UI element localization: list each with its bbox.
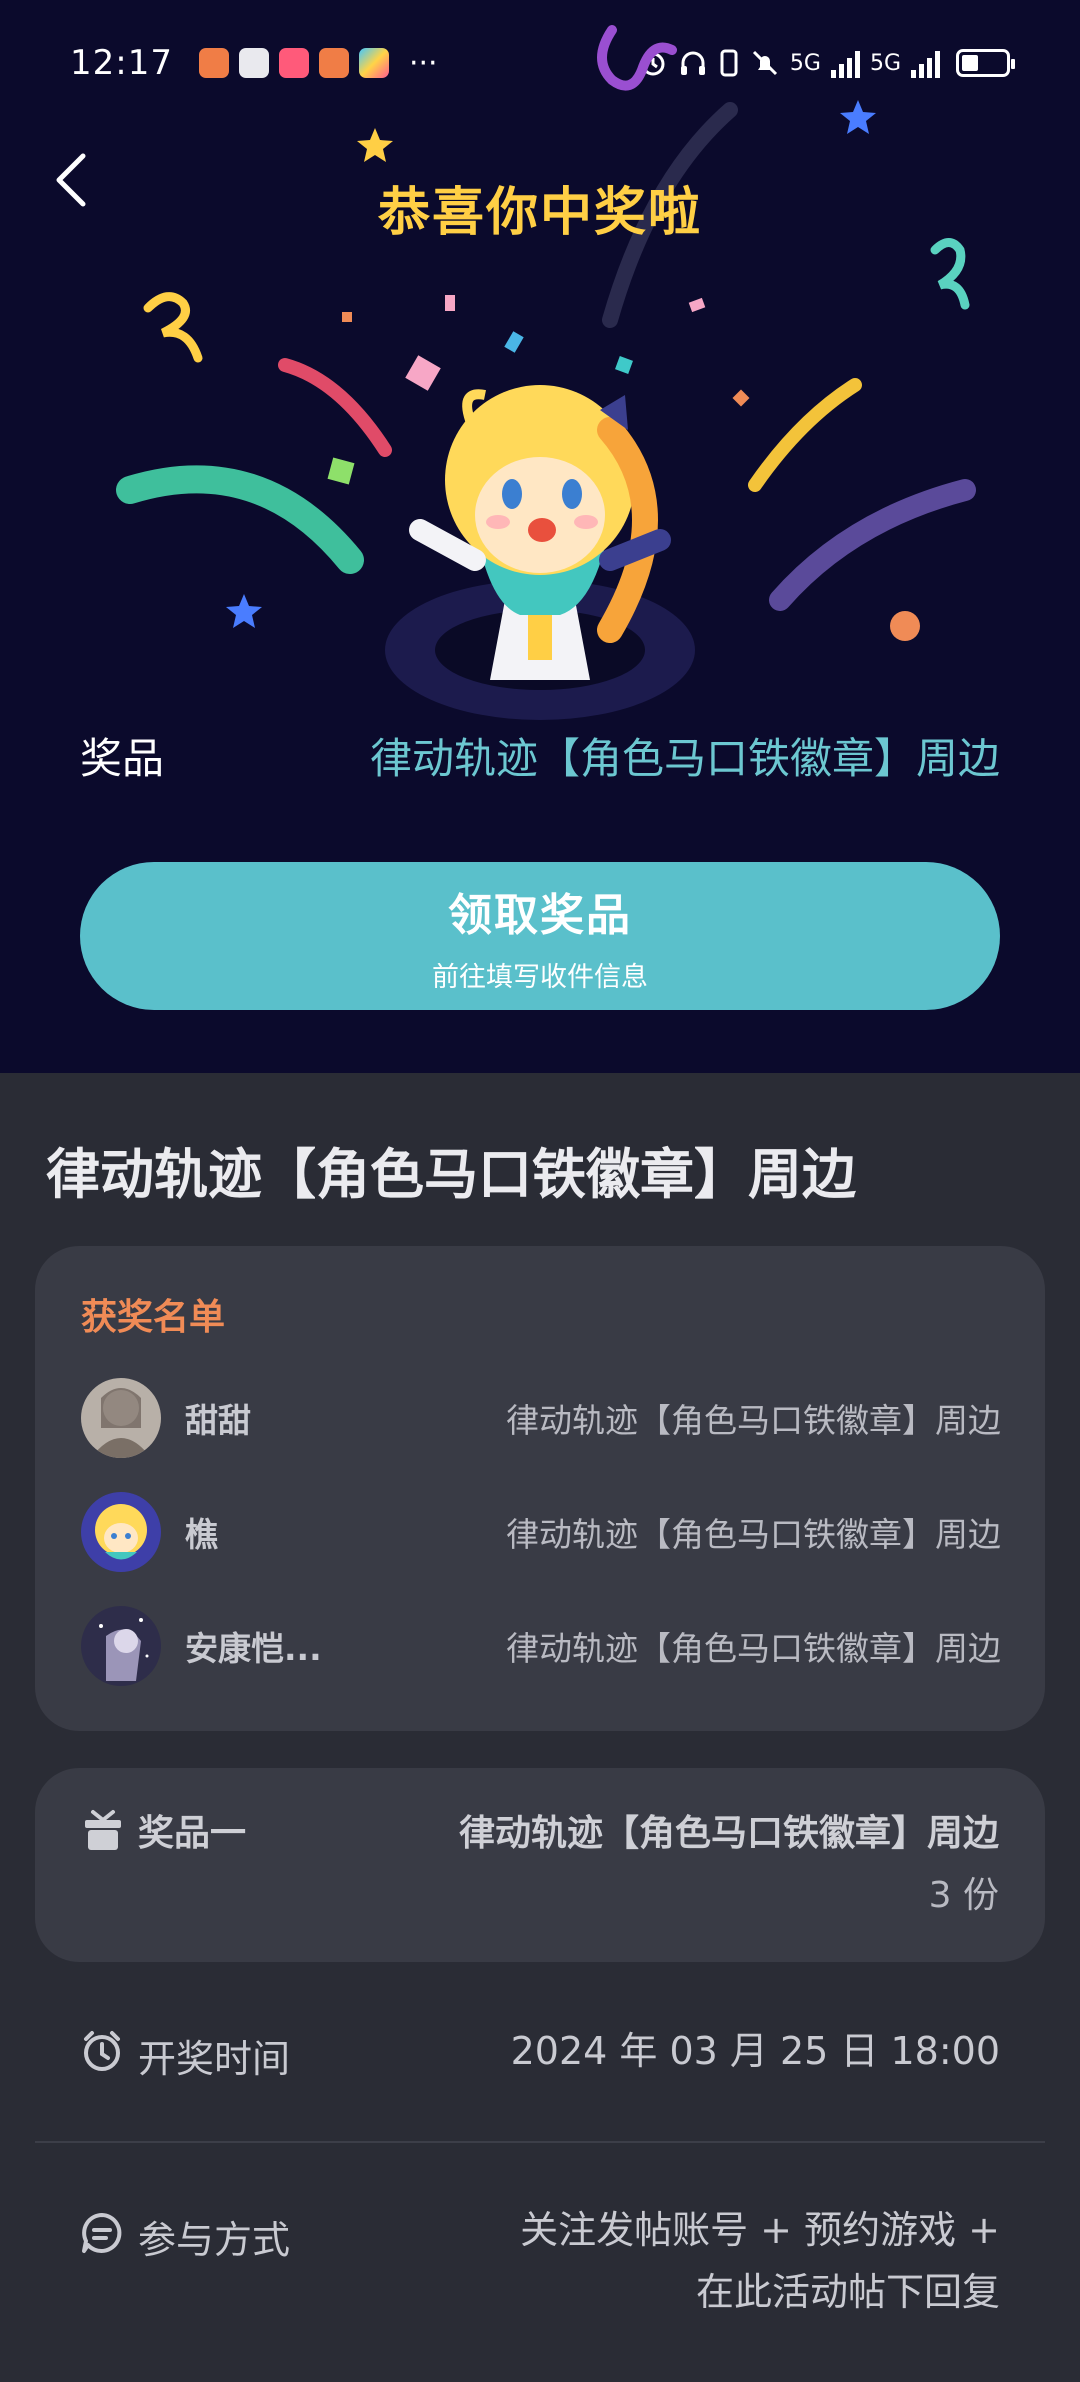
participation-line-1: 关注发帖账号 + 预约游戏 + [520, 2208, 1000, 2252]
prize-item-label: 奖品一 [138, 1813, 247, 1854]
participation-row: 参与方式 关注发帖账号 + 预约游戏 + 在此活动帖下回复 [80, 2199, 1000, 2323]
prize-item-name: 律动轨迹【角色马口铁徽章】周边 [458, 1813, 999, 1854]
gift-icon [85, 1810, 121, 1850]
claim-prize-button[interactable]: 领取奖品 前往填写收件信息 [80, 862, 1000, 1010]
prize-label: 奖品 [80, 734, 165, 783]
divider [35, 2141, 1045, 2143]
winner-name: 安康恺... [185, 1629, 322, 1668]
participation-label: 参与方式 [138, 2218, 291, 2262]
avatar[interactable] [81, 1378, 161, 1458]
draw-time-row: 开奖时间 2024 年 03 月 25 日 18:00 [80, 2020, 1000, 2082]
alarm-clock-icon [84, 2031, 120, 2071]
winners-card: 获奖名单 甜甜 律动轨迹【角色马口铁徽章】周边 樵 律动轨迹【角色马口铁徽章】周… [35, 1246, 1045, 1731]
winner-name: 樵 [185, 1515, 218, 1554]
winner-prize: 律动轨迹【角色马口铁徽章】周边 [506, 1515, 1001, 1554]
claim-button-subtitle: 前往填写收件信息 [432, 961, 648, 993]
winner-row[interactable]: 甜甜 律动轨迹【角色马口铁徽章】周边 [81, 1377, 1001, 1459]
page-title: 恭喜你中奖啦 [377, 183, 702, 243]
winners-heading: 获奖名单 [81, 1297, 226, 1338]
winner-prize: 律动轨迹【角色马口铁徽章】周边 [506, 1401, 1001, 1440]
draw-time-label: 开奖时间 [138, 2037, 291, 2081]
prize-value: 律动轨迹【角色马口铁徽章】周边 [369, 734, 1000, 783]
winner-name: 甜甜 [185, 1401, 251, 1440]
prize-summary: 奖品 律动轨迹【角色马口铁徽章】周边 [80, 725, 1000, 786]
chat-bubble-icon [82, 2213, 122, 2253]
draw-time-value: 2024 年 03 月 25 日 18:00 [510, 2029, 1000, 2073]
winner-row[interactable]: 樵 律动轨迹【角色马口铁徽章】周边 [81, 1491, 1001, 1573]
claim-button-title: 领取奖品 [448, 889, 632, 941]
prize-item-count: 3 份 [928, 1875, 999, 1916]
prize-detail-title: 律动轨迹【角色马口铁徽章】周边 [46, 1143, 856, 1206]
winner-prize: 律动轨迹【角色马口铁徽章】周边 [506, 1629, 1001, 1668]
hero-section: 12:17 ··· 5G 5G 恭喜你中奖啦 奖品 律动轨迹【角色马口铁徽章】周… [0, 0, 1080, 1073]
avatar[interactable] [81, 1492, 161, 1572]
prize-item-card: 奖品一 律动轨迹【角色马口铁徽章】周边 3 份 [35, 1768, 1045, 1962]
avatar[interactable] [81, 1606, 161, 1686]
participation-line-2: 在此活动帖下回复 [695, 2270, 1000, 2314]
winner-row[interactable]: 安康恺... 律动轨迹【角色马口铁徽章】周边 [81, 1605, 1001, 1687]
